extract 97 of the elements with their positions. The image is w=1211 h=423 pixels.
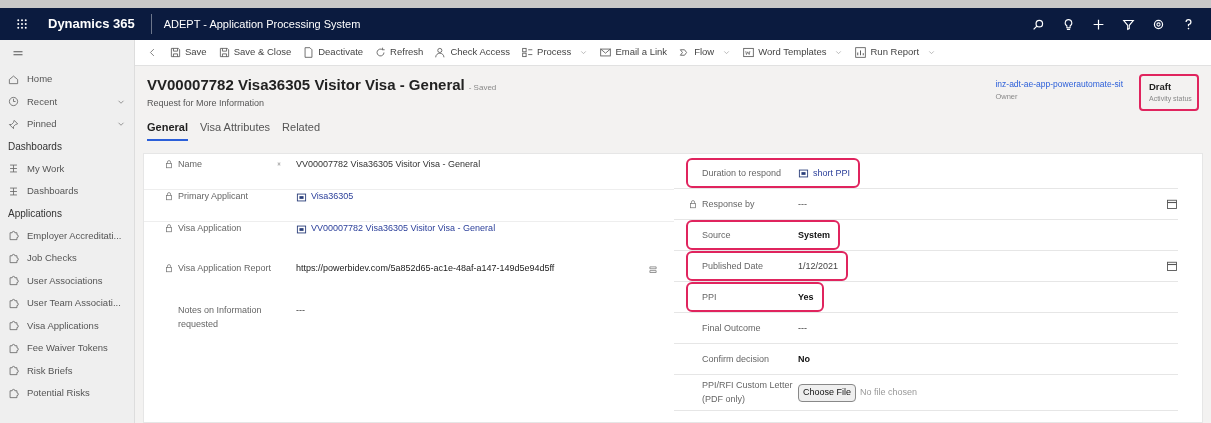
- tab[interactable]: General: [147, 118, 188, 142]
- mail-icon: [600, 47, 612, 58]
- field-value: VV00007782 Visa36305 Visitor Visa - General: [296, 158, 481, 172]
- puzzle-icon: [8, 297, 19, 309]
- calendar-icon: [1166, 198, 1178, 211]
- toolbar-button[interactable]: Save: [170, 45, 207, 60]
- puzzle-icon: [8, 320, 19, 332]
- sidebar-item[interactable]: Fee Waiver Tokens: [0, 337, 134, 360]
- tab[interactable]: Related: [282, 118, 320, 142]
- lookup-link[interactable]: short PPI: [813, 166, 850, 180]
- sidebar-item[interactable]: Employer Accreditati...: [0, 224, 134, 247]
- field-label: Confirm decision: [702, 352, 771, 366]
- field-label: Visa Application Report: [178, 262, 272, 276]
- search-icon[interactable]: [1032, 17, 1045, 31]
- field-value: No: [798, 352, 810, 366]
- section-heading: Dashboards: [7, 140, 63, 154]
- sidebar-item[interactable]: Potential Risks: [0, 382, 134, 405]
- field-value: 1/12/2021: [798, 259, 839, 273]
- toolbar-button[interactable]: Process: [522, 45, 589, 60]
- field-label: Visa Application: [178, 222, 243, 236]
- field-label: Primary Applicant: [178, 190, 250, 204]
- sidebar-item[interactable]: Home: [0, 68, 134, 91]
- area-title: ADEPT - Application Processing System: [162, 16, 361, 32]
- toolbar-button[interactable]: Check Access: [435, 45, 511, 60]
- field-label: PPI: [702, 290, 718, 304]
- person-icon: [435, 47, 447, 58]
- sidebar-item[interactable]: User Associations: [0, 269, 134, 292]
- lookup-link[interactable]: Visa36305: [311, 190, 354, 204]
- toolbar-button[interactable]: Flow: [679, 45, 732, 60]
- puzzle-icon: [8, 252, 19, 264]
- lookup-link[interactable]: VV00007782 Visa36305 Visitor Visa - General: [311, 222, 496, 236]
- house-icon: [8, 73, 19, 85]
- puzzle-icon: [8, 230, 19, 242]
- plus-icon[interactable]: [1092, 17, 1105, 31]
- sidebar-item[interactable]: Job Checks: [0, 247, 134, 270]
- app-name[interactable]: Dynamics 365: [48, 14, 152, 34]
- record-icon: [798, 167, 809, 179]
- sidebar-item[interactable]: Recent: [0, 90, 134, 113]
- document-icon: [303, 47, 315, 58]
- save-icon: [218, 47, 230, 58]
- field-value: ---: [798, 321, 807, 335]
- toolbar-button[interactable]: Refresh: [375, 45, 424, 60]
- puzzle-icon: [8, 342, 19, 354]
- puzzle-icon: [8, 275, 19, 287]
- sidebar-item[interactable]: Visa Applications: [0, 314, 134, 337]
- word-icon: [743, 47, 755, 58]
- save-icon: [170, 47, 181, 58]
- filter-icon[interactable]: [1122, 17, 1135, 31]
- field-value: ---: [296, 304, 305, 318]
- sidebar-item[interactable]: Pinned: [0, 113, 134, 136]
- process-icon: [522, 47, 534, 58]
- puzzle-icon: [8, 365, 19, 377]
- app-launcher-icon[interactable]: [16, 18, 28, 30]
- tab[interactable]: Visa Attributes: [199, 118, 271, 142]
- record-title: VV00007782 Visa36305 Visitor Visa - General: [147, 75, 465, 95]
- field-label: Final Outcome: [702, 321, 762, 335]
- toolbar-button[interactable]: Run Report: [855, 45, 937, 60]
- field-value: Yes: [798, 290, 814, 304]
- lightbulb-icon[interactable]: [1062, 17, 1075, 31]
- choose-file-button[interactable]: Choose File: [798, 384, 857, 402]
- field-label: PPI/RFI Custom Letter (PDF only): [702, 379, 794, 406]
- sidebar-item[interactable]: Dashboards: [0, 180, 134, 203]
- toolbar-button[interactable]: Word Templates: [743, 45, 844, 60]
- field-value: ---: [798, 197, 807, 211]
- status-value: Draft: [1149, 80, 1173, 94]
- refresh-icon: [375, 47, 387, 58]
- entity-name: Request for More Information: [147, 96, 266, 110]
- field-label: Published Date: [702, 259, 765, 273]
- clock-icon: [8, 96, 19, 108]
- list-icon: [8, 185, 19, 197]
- record-icon: [296, 223, 307, 235]
- toolbar-button[interactable]: Deactivate: [303, 45, 364, 60]
- help-icon[interactable]: [1182, 17, 1195, 31]
- field-value: https://powerbidev.com/5a852d65-ac1e-48af-a147-149d5e94d5ff: [296, 262, 555, 276]
- save-state: - Saved: [468, 82, 497, 94]
- record-icon: [296, 191, 307, 203]
- link-icon: [648, 265, 658, 276]
- field-label: Notes on Information requested: [178, 304, 263, 331]
- sidebar-item[interactable]: User Team Associati...: [0, 292, 134, 315]
- field-value: System: [798, 228, 831, 242]
- owner-link[interactable]: inz-adt-ae-app-powerautomate-sit: [995, 78, 1123, 91]
- field-label: Source: [702, 228, 732, 242]
- chart-icon: [855, 47, 867, 58]
- section-heading: Applications: [7, 207, 63, 221]
- field-label: Response by: [702, 197, 756, 211]
- toolbar-button[interactable]: Save & Close: [218, 45, 292, 60]
- toolbar-button[interactable]: Email a Link: [600, 45, 668, 60]
- sidebar-item[interactable]: My Work: [0, 157, 134, 180]
- file-status: No file chosen: [860, 386, 918, 399]
- pin-icon: [8, 118, 19, 130]
- list-icon: [8, 163, 19, 175]
- field-label: Duration to respond: [702, 166, 783, 180]
- settings-icon[interactable]: [1152, 17, 1165, 31]
- puzzle-icon: [8, 387, 19, 399]
- sidebar-item[interactable]: Risk Briefs: [0, 359, 134, 382]
- field-label: Name: [178, 158, 203, 172]
- calendar-icon: [1166, 260, 1178, 273]
